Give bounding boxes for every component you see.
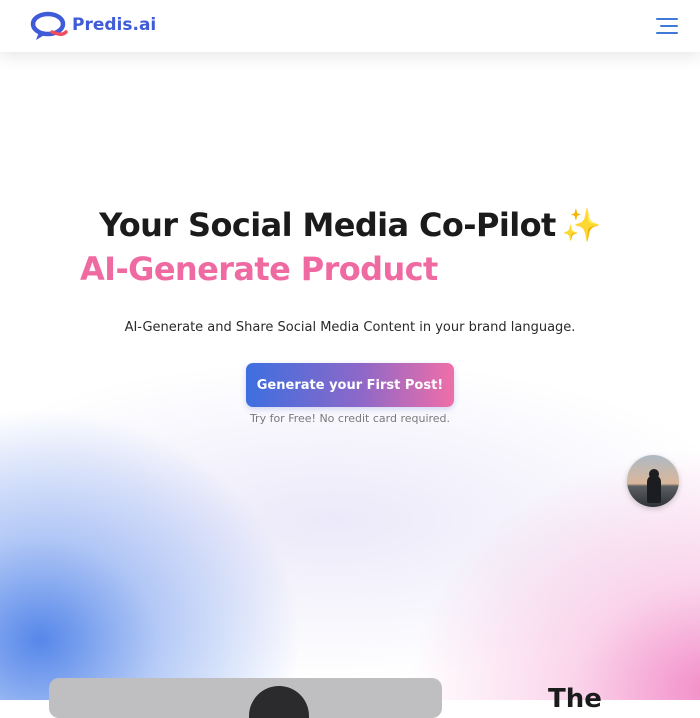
cta-note: Try for Free! No credit card required. [249, 412, 451, 425]
brand-name: Predis.ai [72, 15, 157, 35]
generate-first-post-button[interactable]: Generate your First Post! [246, 363, 454, 407]
section-heading: The [548, 684, 602, 714]
hero-title: Your Social Media Co-Pilot ✨ [0, 206, 700, 244]
hero-gradient-background [0, 0, 700, 700]
hero-title-text: Your Social Media Co-Pilot [99, 206, 556, 244]
speech-bubble-logo-icon [30, 11, 68, 40]
hero-description: AI-Generate and Share Social Media Conte… [124, 320, 576, 335]
top-navbar: Predis.ai [0, 0, 700, 52]
hamburger-menu-icon[interactable] [656, 17, 678, 35]
chat-avatar-button[interactable] [627, 455, 679, 507]
sparkles-icon: ✨ [561, 206, 602, 244]
preview-video-card[interactable] [49, 678, 442, 718]
hero-subtitle: AI-Generate Product [80, 250, 438, 288]
